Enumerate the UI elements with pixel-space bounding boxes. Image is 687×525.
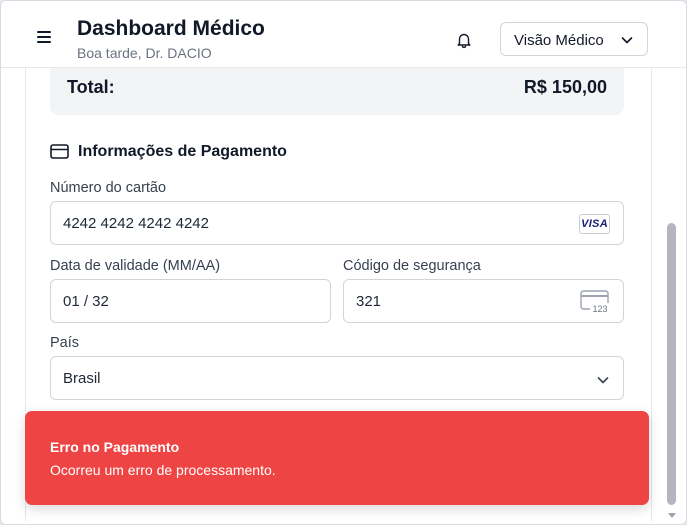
error-toast[interactable]: Erro no Pagamento Ocorreu um erro de pro… (25, 411, 649, 505)
scroll-down-arrow[interactable] (668, 513, 676, 518)
cvc-value: 321 (356, 293, 382, 310)
cvc-label: Código de segurança (343, 258, 481, 274)
total-summary: Total: R$ 150,00 (50, 61, 624, 115)
top-header: Dashboard Médico Boa tarde, Dr. DACIO Vi… (1, 1, 686, 68)
scrollbar-thumb[interactable] (667, 223, 676, 505)
hamburger-menu-icon[interactable] (37, 31, 51, 43)
expiry-input[interactable]: 01 / 32 (50, 279, 331, 323)
country-label: País (50, 335, 80, 351)
expiry-label: Data de validade (MM/AA) (50, 258, 221, 274)
credit-card-icon (50, 144, 69, 159)
expiry-value: 01 / 32 (63, 293, 109, 310)
view-mode-label: Visão Médico (514, 32, 604, 49)
view-mode-select[interactable]: Visão Médico (500, 22, 648, 56)
cvc-input[interactable]: 321 123 (343, 279, 624, 323)
payment-section-title: Informações de Pagamento (78, 143, 287, 160)
chevron-down-icon (621, 37, 633, 44)
greeting-text: Boa tarde, Dr. DACIO (77, 45, 212, 61)
cvc-icon-digits: 123 (592, 304, 607, 314)
bell-icon[interactable] (455, 31, 473, 49)
toast-message: Ocorreu um erro de processamento. (50, 462, 276, 478)
card-number-value: 4242 4242 4242 4242 (63, 215, 209, 232)
country-select[interactable]: Brasil (50, 356, 624, 400)
visa-icon: VISA (579, 214, 610, 234)
page-title: Dashboard Médico (77, 17, 265, 40)
cvc-card-icon: 123 (580, 290, 610, 314)
total-label: Total: (67, 77, 115, 97)
country-value: Brasil (63, 370, 101, 387)
app-window: Total: R$ 150,00 Informações de Pagament… (0, 0, 687, 525)
card-number-label: Número do cartão (50, 180, 167, 196)
total-value: R$ 150,00 (523, 77, 607, 97)
chevron-down-icon (597, 377, 609, 384)
toast-title: Erro no Pagamento (50, 439, 180, 455)
card-number-input[interactable]: 4242 4242 4242 4242 VISA (50, 201, 624, 245)
